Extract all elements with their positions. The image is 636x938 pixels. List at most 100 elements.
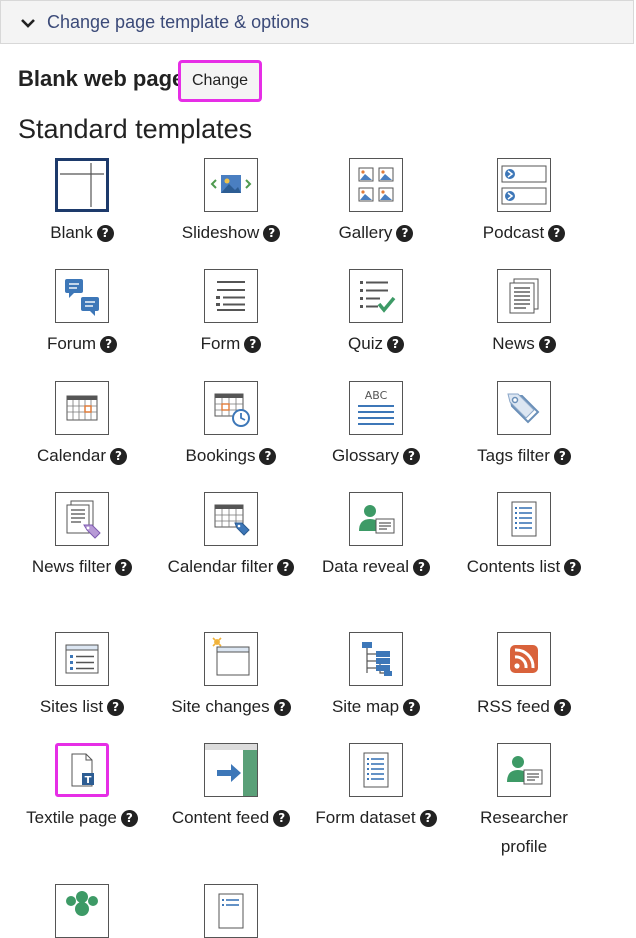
template-sites-list[interactable]: Sites list?: [8, 632, 156, 721]
template-label: Slideshow: [181, 223, 260, 242]
template-label: Researcher profile: [480, 808, 568, 856]
template-partial-list[interactable]: [157, 884, 305, 938]
template-label: Forum: [46, 334, 97, 353]
help-icon[interactable]: ?: [548, 225, 566, 242]
blank-template-icon: [55, 158, 109, 212]
chevron-down-icon: [21, 19, 35, 28]
help-icon[interactable]: ?: [100, 336, 118, 353]
template-blank[interactable]: Blank?: [8, 158, 156, 247]
calendar-icon: [55, 381, 109, 435]
group-icon: [55, 884, 109, 938]
rss-feed-icon: [497, 632, 551, 686]
template-options-header[interactable]: Change page template & options: [0, 0, 634, 44]
tags-filter-icon: [497, 381, 551, 435]
help-icon[interactable]: ?: [110, 448, 127, 465]
help-icon[interactable]: ?: [273, 810, 291, 827]
sites-list-icon: [55, 632, 109, 686]
bookings-icon: [204, 381, 258, 435]
svg-text:ABC: ABC: [365, 389, 388, 402]
section-title: Standard templates: [18, 114, 253, 144]
help-icon[interactable]: ?: [538, 336, 556, 353]
template-partial-group[interactable]: [8, 884, 156, 938]
calendar-filter-icon: [204, 492, 258, 546]
template-contents-list[interactable]: Contents list?: [450, 492, 598, 581]
template-news-filter[interactable]: News filter?: [8, 492, 156, 581]
researcher-profile-icon: [497, 743, 551, 797]
template-label: Blank: [50, 223, 93, 242]
template-podcast[interactable]: Podcast?: [450, 158, 598, 247]
help-icon[interactable]: ?: [96, 225, 114, 242]
template-label: Form: [200, 334, 241, 353]
template-calendar[interactable]: Calendar?: [8, 381, 156, 470]
help-icon[interactable]: ?: [553, 699, 571, 716]
template-label: Tags filter: [477, 446, 550, 465]
template-gallery[interactable]: Gallery?: [302, 158, 450, 247]
help-icon[interactable]: ?: [273, 699, 291, 716]
template-site-map[interactable]: Site map?: [302, 632, 450, 721]
glossary-icon: ABC: [349, 381, 403, 435]
podcast-icon: [497, 158, 551, 212]
template-textile-page[interactable]: T Textile page?: [8, 743, 156, 832]
template-label: Content feed: [171, 808, 270, 827]
template-content-feed[interactable]: Content feed?: [157, 743, 305, 832]
template-news[interactable]: News?: [450, 269, 598, 358]
template-form[interactable]: Form?: [157, 269, 305, 358]
site-map-icon: [349, 632, 403, 686]
template-data-reveal[interactable]: Data reveal?: [302, 492, 450, 581]
help-icon[interactable]: ?: [115, 559, 133, 576]
template-label: Bookings: [185, 446, 256, 465]
template-label: Site map: [331, 697, 400, 716]
template-quiz[interactable]: Quiz?: [302, 269, 450, 358]
help-icon[interactable]: ?: [553, 448, 571, 465]
template-label: Site changes: [171, 697, 270, 716]
template-rss-feed[interactable]: RSS feed?: [450, 632, 598, 721]
contents-list-icon: [497, 492, 551, 546]
help-icon[interactable]: ?: [419, 810, 437, 827]
help-icon[interactable]: ?: [277, 559, 295, 576]
template-form-dataset[interactable]: Form dataset?: [302, 743, 450, 832]
template-label: Data reveal: [322, 557, 409, 576]
template-label: Textile page: [26, 808, 117, 827]
template-label: Contents list: [466, 557, 561, 576]
help-icon[interactable]: ?: [564, 559, 582, 576]
help-icon[interactable]: ?: [403, 448, 421, 465]
template-researcher-profile[interactable]: Researcher profile: [450, 743, 598, 861]
template-label: Gallery: [338, 223, 393, 242]
form-dataset-icon: [349, 743, 403, 797]
template-bookings[interactable]: Bookings?: [157, 381, 305, 470]
template-label: News: [492, 334, 535, 353]
slideshow-icon: [204, 158, 258, 212]
help-icon[interactable]: ?: [263, 225, 281, 242]
textile-page-icon: T: [55, 743, 109, 797]
template-label: Glossary: [331, 446, 400, 465]
template-glossary[interactable]: ABC Glossary?: [302, 381, 450, 470]
template-label: News filter: [31, 557, 112, 576]
template-label: Sites list: [39, 697, 104, 716]
help-icon[interactable]: ?: [107, 699, 125, 716]
change-button[interactable]: Change: [178, 60, 262, 102]
help-icon[interactable]: ?: [396, 225, 414, 242]
list-icon: [204, 884, 258, 938]
template-label: Form dataset: [315, 808, 416, 827]
quiz-icon: [349, 269, 403, 323]
template-label: Podcast: [482, 223, 545, 242]
help-icon[interactable]: ?: [120, 810, 138, 827]
site-changes-icon: [204, 632, 258, 686]
template-forum[interactable]: Forum?: [8, 269, 156, 358]
help-icon[interactable]: ?: [403, 699, 421, 716]
forum-icon: [55, 269, 109, 323]
template-calendar-filter[interactable]: Calendar filter?: [157, 492, 305, 581]
template-slideshow[interactable]: Slideshow?: [157, 158, 305, 247]
template-site-changes[interactable]: Site changes?: [157, 632, 305, 721]
template-tags-filter[interactable]: Tags filter?: [450, 381, 598, 470]
data-reveal-icon: [349, 492, 403, 546]
gallery-icon: [349, 158, 403, 212]
help-icon[interactable]: ?: [244, 336, 262, 353]
svg-text:T: T: [85, 775, 92, 786]
template-label: Quiz: [348, 334, 383, 353]
help-icon[interactable]: ?: [386, 336, 404, 353]
current-template-name: Blank web page: [18, 66, 185, 91]
template-label: Calendar filter: [167, 557, 274, 576]
help-icon[interactable]: ?: [259, 448, 277, 465]
help-icon[interactable]: ?: [412, 559, 430, 576]
